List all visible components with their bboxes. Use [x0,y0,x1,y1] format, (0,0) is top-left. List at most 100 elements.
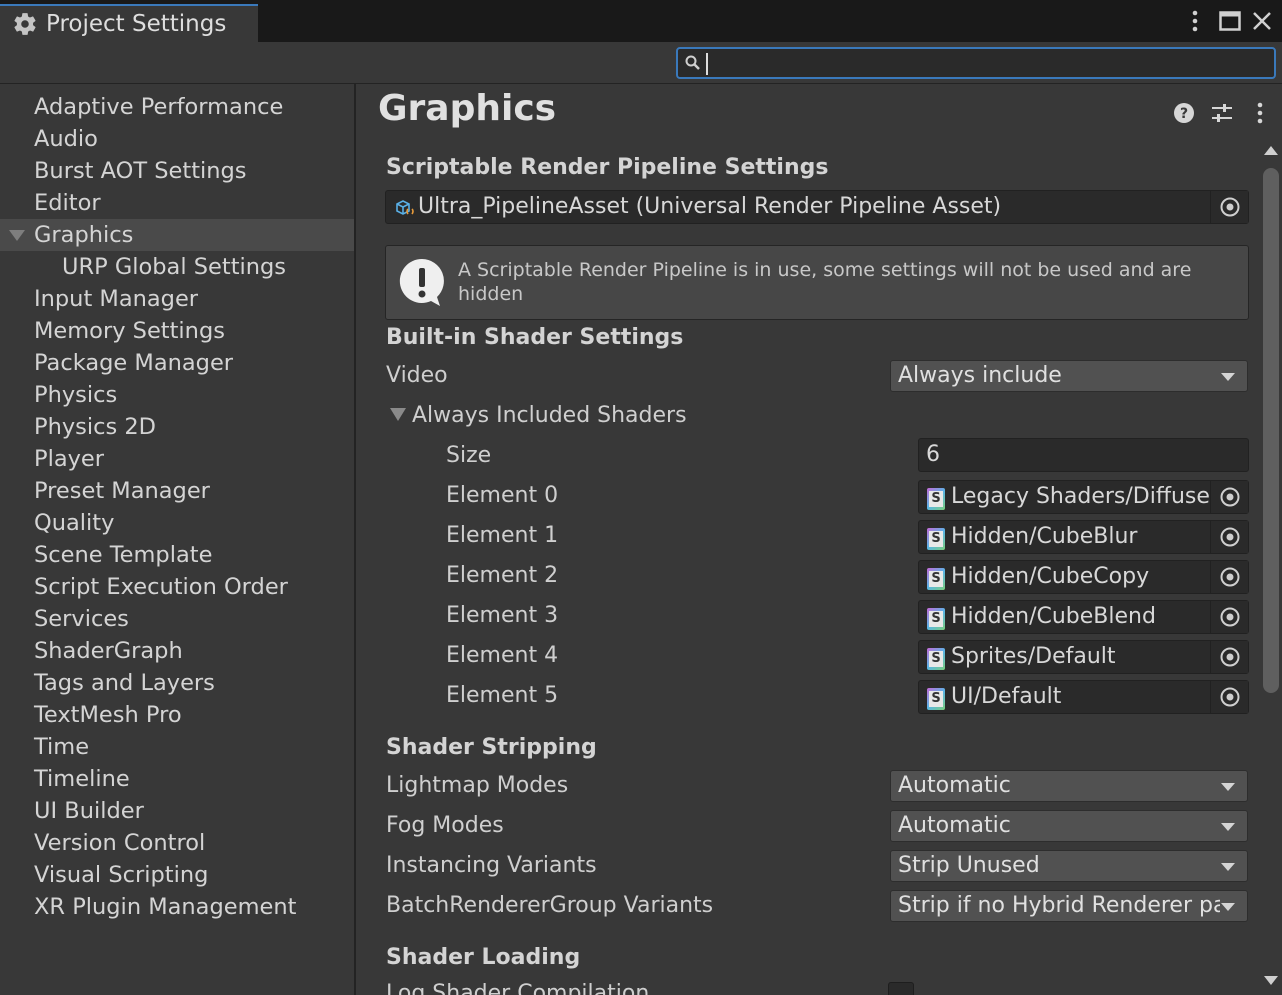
object-picker-icon[interactable] [1210,561,1248,593]
sidebar-item-label: UI Builder [34,798,144,824]
shader-element-label: Element 2 [446,563,559,588]
shader-name: Hidden/CubeCopy [951,564,1150,589]
shader-name: Legacy Shaders/Diffuse [951,484,1210,509]
settings-main-panel: Graphics ? Scriptable Render Pipeline Se… [358,84,1282,995]
section-builtin-shader-settings: Built-in Shader Settings [386,325,684,350]
sidebar-item[interactable]: Preset Manager [0,475,354,507]
sidebar-item[interactable]: TextMesh Pro [0,699,354,731]
preset-sliders-icon[interactable] [1209,100,1235,126]
stripping-label: Fog Modes [386,813,504,838]
sidebar-item[interactable]: Editor [0,187,354,219]
maximize-icon[interactable] [1215,6,1245,36]
stripping-dropdown[interactable]: Strip Unused [890,850,1248,882]
sidebar-item[interactable]: Input Manager [0,283,354,315]
sidebar-item-label: Tags and Layers [34,670,215,696]
shader-object-field[interactable]: S Hidden/CubeBlend [918,600,1249,634]
svg-text:?: ? [1180,106,1188,122]
scroll-up-arrow-icon[interactable] [1264,146,1278,155]
size-label: Size [446,443,492,468]
sidebar-item-label: Services [34,606,129,632]
search-box[interactable] [676,47,1276,79]
srp-info-helpbox: A Scriptable Render Pipeline is in use, … [385,245,1249,320]
stripping-dropdown-value: Automatic [898,813,1011,838]
always-included-shaders-foldout[interactable]: Always Included Shaders [390,403,687,428]
sidebar-item-label: Package Manager [34,350,234,376]
window-titlebar: Project Settings [0,0,1282,42]
sidebar-item-label: Timeline [34,766,130,792]
sidebar-item-label: Script Execution Order [34,574,288,600]
foldout-expanded-icon[interactable] [9,230,25,241]
sidebar-item[interactable]: Physics 2D [0,411,354,443]
chevron-down-icon [1221,863,1235,871]
sidebar-item[interactable]: Adaptive Performance [0,91,354,123]
video-dropdown[interactable]: Always include [890,360,1248,392]
object-picker-icon[interactable] [1210,641,1248,673]
size-value: 6 [926,442,940,467]
sidebar-item[interactable]: Package Manager [0,347,354,379]
sidebar-item[interactable]: Visual Scripting [0,859,354,891]
sidebar-item-label: URP Global Settings [62,254,287,280]
search-icon [685,55,700,70]
object-picker-icon[interactable] [1210,481,1248,513]
sidebar-item[interactable]: Tags and Layers [0,667,354,699]
shader-object-field[interactable]: S Hidden/CubeCopy [918,560,1249,594]
sidebar-item[interactable]: Player [0,443,354,475]
search-toolbar [0,42,1282,84]
sidebar-item[interactable]: ShaderGraph [0,635,354,667]
log-shader-compilation-checkbox[interactable] [888,982,914,995]
sidebar-item[interactable]: Quality [0,507,354,539]
sidebar-item[interactable]: Audio [0,123,354,155]
sidebar-item[interactable]: UI Builder [0,795,354,827]
sidebar-item[interactable]: Burst AOT Settings [0,155,354,187]
sidebar-item-label: XR Plugin Management [34,894,297,920]
sidebar-item[interactable]: Timeline [0,763,354,795]
pipeline-asset-field[interactable]: Ultra_PipelineAsset (Universal Render Pi… [385,190,1249,224]
stripping-dropdown-value: Strip Unused [898,853,1040,878]
sidebar-item[interactable]: URP Global Settings [0,251,354,283]
size-input[interactable]: 6 [918,438,1249,472]
sidebar-item[interactable]: Version Control [0,827,354,859]
search-input[interactable] [706,50,1266,76]
vertical-scrollbar[interactable] [1260,140,1282,995]
scrollbar-thumb[interactable] [1263,168,1279,693]
tab-project-settings[interactable]: Project Settings [0,4,258,42]
shader-object-field[interactable]: S UI/Default [918,680,1249,714]
stripping-dropdown[interactable]: Automatic [890,810,1248,842]
sidebar-item-label: Adaptive Performance [34,94,284,120]
sidebar-item[interactable]: Scene Template [0,539,354,571]
sidebar-item[interactable]: Graphics [0,219,354,251]
gear-icon [14,13,36,35]
shader-object-field[interactable]: S Hidden/CubeBlur [918,520,1249,554]
sidebar-item[interactable]: Time [0,731,354,763]
kebab-menu-icon[interactable] [1180,6,1210,36]
shader-element-label: Element 0 [446,483,559,508]
object-picker-icon[interactable] [1210,521,1248,553]
shader-name: UI/Default [951,684,1062,709]
pipeline-asset-name: Ultra_PipelineAsset (Universal Render Pi… [418,194,1002,219]
log-shader-compilation-label: Log Shader Compilation [386,981,650,995]
stripping-dropdown[interactable]: Automatic [890,770,1248,802]
chevron-down-icon [1221,783,1235,791]
help-icon[interactable]: ? [1171,100,1197,126]
shader-object-field[interactable]: S Legacy Shaders/Diffuse [918,480,1249,514]
shader-element-label: Element 5 [446,683,559,708]
stripping-dropdown[interactable]: Strip if no Hybrid Renderer package [890,890,1248,922]
shader-icon: S [927,648,945,670]
tab-title: Project Settings [46,11,227,37]
sidebar-item[interactable]: Memory Settings [0,315,354,347]
sidebar-item[interactable]: XR Plugin Management [0,891,354,923]
foldout-expanded-icon [390,408,406,421]
sidebar-item[interactable]: Script Execution Order [0,571,354,603]
kebab-menu-icon[interactable] [1247,100,1273,126]
chevron-down-icon [1221,903,1235,911]
sidebar-item[interactable]: Physics [0,379,354,411]
object-picker-icon[interactable] [1210,191,1248,223]
shader-object-field[interactable]: S Sprites/Default [918,640,1249,674]
sidebar-item[interactable]: Services [0,603,354,635]
shader-icon: S [927,488,945,510]
scroll-down-arrow-icon[interactable] [1264,976,1278,985]
object-picker-icon[interactable] [1210,601,1248,633]
helpbox-text: A Scriptable Render Pipeline is in use, … [458,259,1192,305]
object-picker-icon[interactable] [1210,681,1248,713]
close-icon[interactable] [1247,6,1277,36]
